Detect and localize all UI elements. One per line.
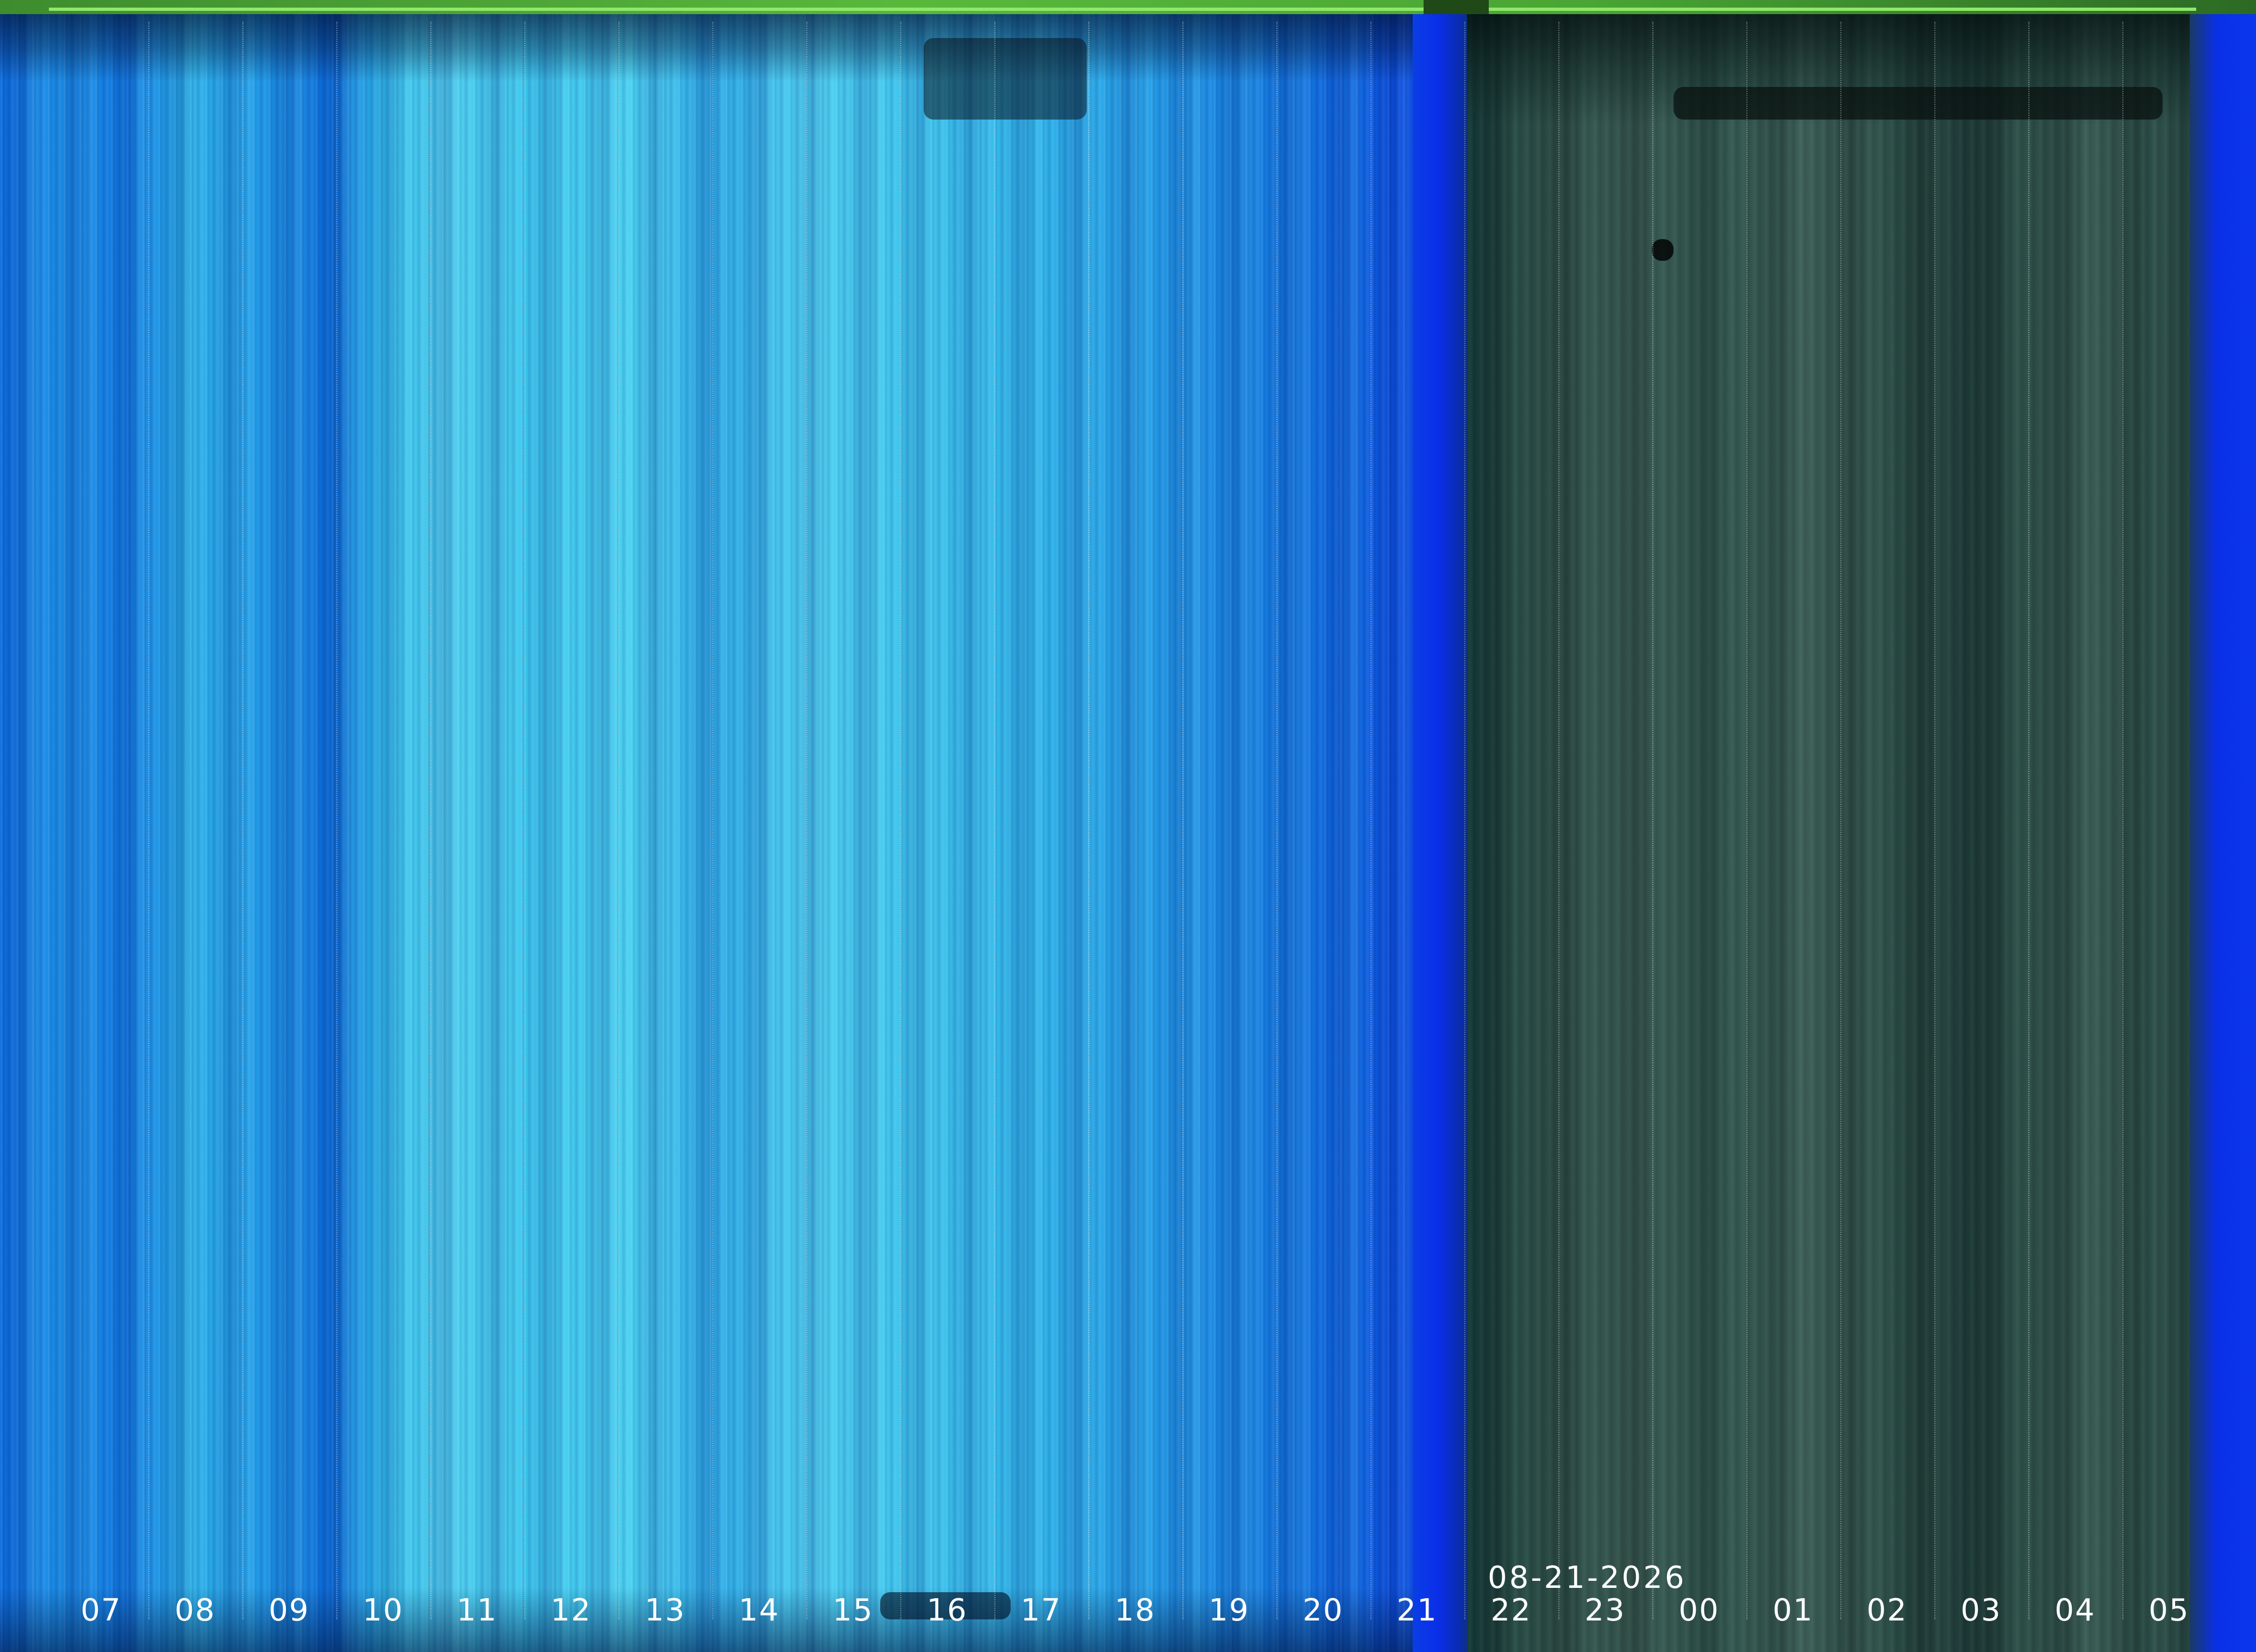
- dawn-twilight-band: [2190, 0, 2256, 1652]
- top-strip-gap: [1424, 0, 1489, 14]
- cloud-obstruction: [924, 38, 1087, 120]
- keogram-image: 07 08 09 10 11 12 13 14 15 16 17 18 19 20 21 22 23 00 01 02…: [0, 0, 2256, 1652]
- nighttime-sky-region: [1467, 0, 2195, 1652]
- cloud-obstruction: [1652, 239, 1674, 261]
- top-strip-line: [49, 8, 2196, 11]
- cloud-obstruction: [880, 1592, 1011, 1619]
- cloud-obstruction: [1674, 87, 2163, 120]
- top-status-strip: [0, 0, 2256, 14]
- daytime-sky-region: [0, 0, 1434, 1652]
- date-label: 08-21-2026: [1488, 1560, 1687, 1595]
